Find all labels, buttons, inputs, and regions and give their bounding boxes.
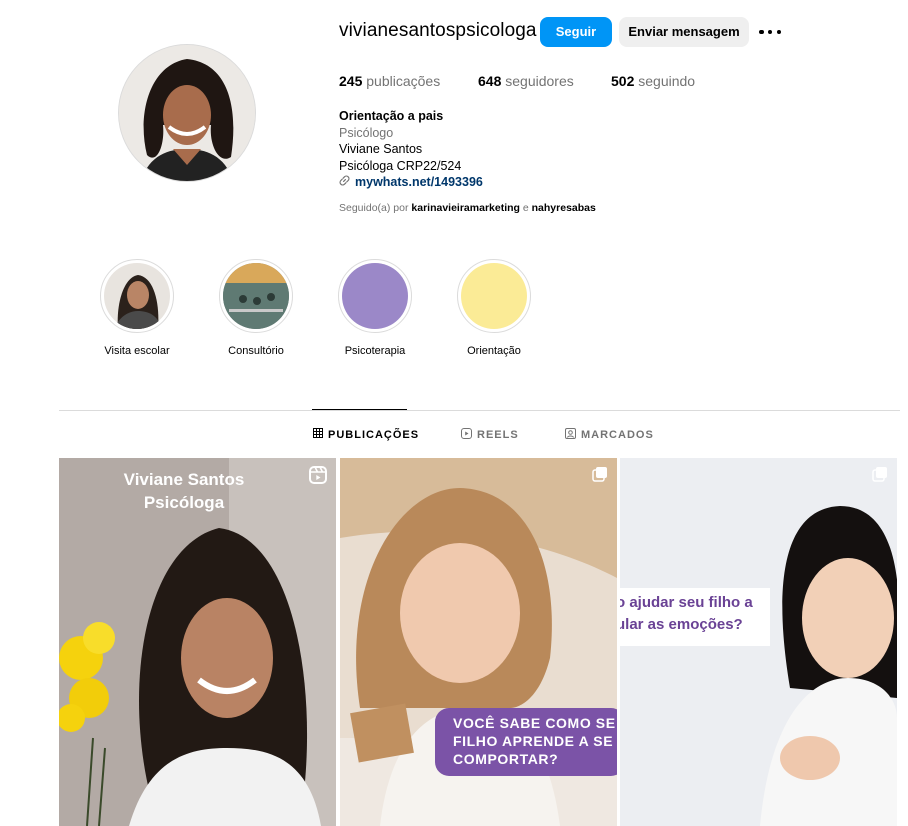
post-title: Viviane Santos Psicóloga [123,470,245,512]
more-options-icon[interactable] [759,22,781,42]
active-tab-indicator [312,409,407,410]
bio-link[interactable]: mywhats.net/1493396 [339,174,483,191]
tabs-divider [59,410,900,411]
highlight-label: Orientação [467,345,521,357]
tab-marcados[interactable]: MARCADOS [565,428,654,442]
highlight-label: Psicoterapia [344,345,406,357]
post-caption-card: o ajudar seu filho a ular as emoções? [620,588,770,646]
reels-icon [461,428,472,442]
post-thumbnail[interactable]: Viviane Santos Psicóloga [59,458,336,826]
bio-line: Viviane Santos [339,142,423,156]
highlight-orientacao[interactable]: Orientação [455,259,533,357]
tagged-icon [565,428,576,442]
followers-count[interactable]: 648 seguidores [478,73,611,89]
profile-avatar[interactable] [118,44,256,182]
tab-publicacoes[interactable]: PUBLICAÇÕES [313,428,419,441]
bio-line: Psicóloga CRP22/524 [339,158,462,173]
link-icon [339,174,350,191]
highlight-visita-escolar[interactable]: Visita escolar [98,259,176,357]
highlight-label: Visita escolar [104,345,170,357]
grid-icon [313,428,323,441]
highlight-consultorio[interactable]: Consultório [217,259,295,357]
highlight-label: Consultório [228,345,284,357]
post-caption-bubble: VOCÊ SABE COMO SE FILHO APRENDE A SE COM… [435,708,617,776]
post-thumbnail[interactable]: o ajudar seu filho a ular as emoções? [620,458,897,826]
followed-by[interactable]: Seguido(a) por karinavieiramarketing e n… [339,202,596,214]
bio-category: Psicólogo [339,125,394,140]
reels-icon [309,466,327,484]
highlight-psicoterapia[interactable]: Psicoterapia [336,259,414,357]
post-thumbnail[interactable]: VOCÊ SABE COMO SE FILHO APRENDE A SE COM… [340,458,617,826]
send-message-button[interactable]: Enviar mensagem [619,17,749,47]
bio-name: Orientação a pais [339,109,444,123]
carousel-icon [592,466,608,482]
tab-reels[interactable]: REELS [461,428,519,442]
follow-button[interactable]: Seguir [540,17,612,47]
profile-bio: Orientação a pais Psicólogo Viviane Sant… [339,108,483,191]
posts-count[interactable]: 245 publicações [339,73,478,89]
following-count[interactable]: 502 seguindo [611,73,695,89]
profile-stats: 245 publicações 648 seguidores 502 segui… [339,73,695,89]
carousel-icon [872,466,888,482]
profile-username: vivianesantospsicologa [339,20,537,41]
